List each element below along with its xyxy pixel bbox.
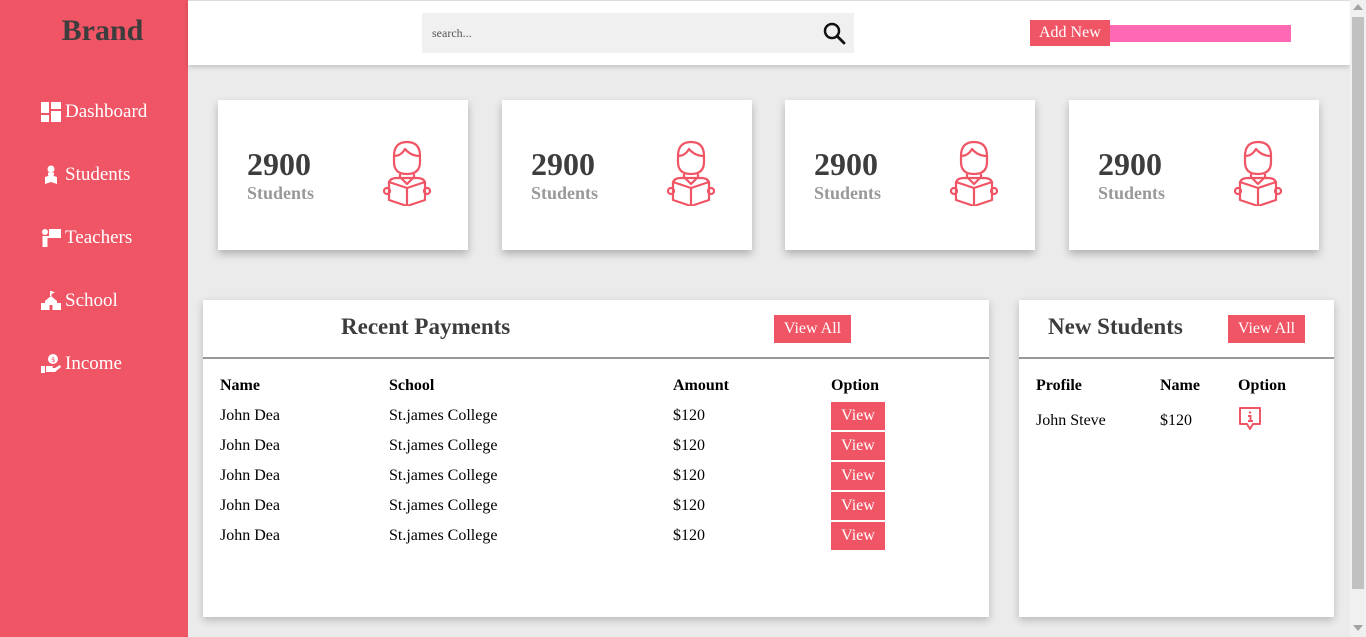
accent-bar [1110,25,1291,42]
stat-label: Students [814,183,882,203]
cell-amount: $120 [673,527,705,544]
cell-school: St.james College [389,527,498,544]
view-button[interactable]: View [831,462,885,490]
student-reading-icon [383,140,431,206]
stat-card: 2900 Students [502,100,752,250]
cell-name: John Dea [220,527,280,544]
column-header-option: Option [1238,377,1287,394]
cell-school: St.james College [389,437,498,454]
svg-text:$: $ [51,356,55,364]
sidebar-item-label: School [65,290,118,311]
cell-name: John Dea [220,437,280,454]
panel-header: Recent Payments View All [203,300,989,359]
column-header-profile: Profile [1036,377,1082,394]
sidebar-item-label: Teachers [65,227,133,248]
scroll-down-arrow-icon[interactable] [1353,625,1363,631]
stat-label: Students [531,183,599,203]
scrollbar-thumb[interactable] [1352,17,1364,589]
sidebar-item-label: Students [65,164,131,185]
view-button[interactable]: View [831,402,885,430]
cell-name: John Dea [220,467,280,484]
column-header-school: School [389,377,435,394]
cell-school: St.james College [389,467,498,484]
stat-value: 2900 [247,146,311,182]
sidebar-item-students[interactable]: Students [40,160,130,190]
view-button[interactable]: View [831,432,885,460]
cell-profile: John Steve [1036,412,1106,429]
cell-name: John Dea [220,497,280,514]
sidebar-item-label: Income [65,353,122,374]
add-new-button[interactable]: Add New [1030,20,1110,46]
new-students-panel: New Students View All Profile Name Optio… [1019,300,1334,617]
stat-value: 2900 [814,146,878,182]
school-icon [40,290,62,312]
info-icon[interactable] [1237,406,1263,432]
sidebar: Brand Dashboard Students Teachers School… [0,0,188,637]
stat-label: Students [247,183,315,203]
sidebar-item-teachers[interactable]: Teachers [40,223,132,253]
scroll-up-arrow-icon[interactable] [1353,4,1363,10]
cell-amount: $120 [673,437,705,454]
income-icon: $ [40,353,62,375]
stat-card: 2900 Students [218,100,468,250]
brand-logo[interactable]: Brand [0,14,205,48]
cell-name: John Dea [220,407,280,424]
sidebar-item-school[interactable]: School [40,286,118,316]
student-reading-icon [667,140,715,206]
sidebar-item-dashboard[interactable]: Dashboard [40,97,147,127]
column-header-name: Name [220,377,260,394]
recent-payments-panel: Recent Payments View All Name School Amo… [203,300,989,617]
stat-card: 2900 Students [1069,100,1319,250]
search-icon[interactable] [822,21,846,45]
cell-amount: $120 [673,407,705,424]
cell-amount: $120 [673,497,705,514]
view-all-button[interactable]: View All [774,315,851,343]
stat-value: 2900 [531,146,595,182]
cell-school: St.james College [389,497,498,514]
search-bar [422,13,854,53]
cell-name: $120 [1160,412,1192,429]
stat-value: 2900 [1098,146,1162,182]
stat-card: 2900 Students [785,100,1035,250]
student-reading-icon [950,140,998,206]
search-input[interactable] [422,14,802,52]
cell-amount: $120 [673,467,705,484]
sidebar-item-label: Dashboard [65,101,148,122]
column-header-option: Option [831,377,880,394]
panel-title: Recent Payments [341,314,511,339]
view-all-button[interactable]: View All [1228,315,1305,343]
dashboard-icon [40,101,62,123]
column-header-name: Name [1160,377,1200,394]
top-header: Add New [188,0,1350,65]
cell-school: St.james College [389,407,498,424]
student-icon [40,164,62,186]
student-reading-icon [1234,140,1282,206]
sidebar-item-income[interactable]: $ Income [40,349,122,379]
stat-label: Students [1098,183,1166,203]
column-header-amount: Amount [673,377,730,394]
teacher-icon [40,227,62,249]
view-button[interactable]: View [831,492,885,520]
panel-title: New Students [1048,314,1183,339]
view-button[interactable]: View [831,522,885,550]
panel-header: New Students View All [1019,300,1334,359]
